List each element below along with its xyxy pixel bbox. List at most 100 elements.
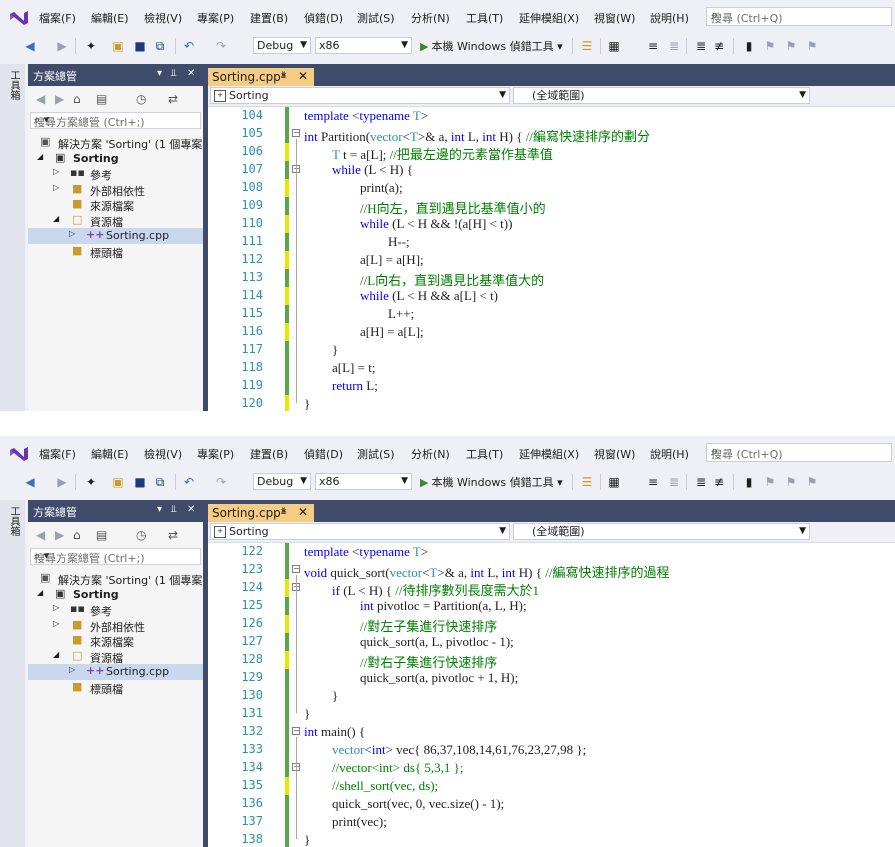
code-line[interactable]: 111 H--; — [208, 233, 895, 251]
menu-file[interactable]: 檔案(F) — [39, 446, 76, 462]
code-line[interactable]: 133 vector<int> vec{ 86,37,108,14,61,76,2… — [208, 741, 895, 759]
menu-edit[interactable]: 編輯(E) — [91, 10, 129, 26]
code-line[interactable]: 113 //L向右，直到遇見比基準值大的 — [208, 269, 895, 288]
menu-window[interactable]: 視窗(W) — [594, 446, 635, 462]
forward-icon[interactable]: ▶ — [54, 474, 70, 490]
tree-item-resource-files[interactable]: ◢ □ 資源檔 — [28, 649, 203, 665]
home-icon[interactable]: ⌂ — [73, 92, 81, 106]
code-line[interactable]: 114 while (L < H && a[L] < t) — [208, 287, 895, 305]
scope-dropdown[interactable]: (全域範圍) ▼ — [513, 523, 810, 540]
prev-bookmark-icon[interactable]: ⚑ — [762, 474, 778, 490]
code-line[interactable]: 116 a[H] = a[L]; — [208, 323, 895, 341]
back-icon[interactable]: ◀ — [36, 92, 45, 106]
format-icon[interactable]: ≣ — [666, 38, 682, 54]
tree-item-header-files[interactable]: ■ 標頭檔 — [28, 244, 203, 260]
save-icon[interactable]: ■ — [132, 38, 148, 54]
code-line[interactable]: 127 quick_sort(a, L, pivotloc - 1); — [208, 633, 895, 651]
close-tab-icon[interactable]: ✕ — [298, 505, 308, 519]
pending-changes-icon[interactable]: ◷ — [136, 528, 146, 542]
tree-item-project[interactable]: ◢ ▣ Sorting — [28, 587, 203, 603]
save-all-icon[interactable]: ⧉ — [152, 38, 168, 54]
tree-item-source-files[interactable]: ■ 來源檔案 — [28, 197, 203, 213]
menu-extensions[interactable]: 延伸模組(X) — [519, 446, 579, 462]
panel-menu-icon[interactable]: ▾ — [157, 504, 162, 515]
menu-test[interactable]: 測試(S) — [357, 446, 395, 462]
tab-sorting-cpp[interactable]: Sorting.cpp* ⫫ ✕ — [208, 504, 314, 522]
expanded-icon[interactable]: ◢ — [37, 152, 43, 161]
undo-icon[interactable]: ↶ — [181, 38, 197, 54]
menu-tools[interactable]: 工具(T) — [466, 446, 503, 462]
code-line[interactable]: 105− int Partition(vector<T>& a, int L, i… — [208, 125, 895, 144]
toolbox-strip[interactable]: 工具箱 — [0, 64, 25, 411]
bookmark-icon[interactable]: ▮ — [741, 38, 757, 54]
collapse-icon[interactable]: − — [292, 129, 300, 137]
code-line[interactable]: 108 print(a); — [208, 179, 895, 197]
menu-debug[interactable]: 偵錯(D) — [304, 10, 343, 26]
code-line[interactable]: 119 return L; — [208, 377, 895, 395]
menu-project[interactable]: 專案(P) — [197, 10, 234, 26]
code-line[interactable]: 112 a[L] = a[H]; — [208, 251, 895, 269]
code-line[interactable]: 129 quick_sort(a, pivotloc + 1, H); — [208, 669, 895, 687]
collapsed-icon[interactable]: ▷ — [69, 229, 75, 238]
menu-project[interactable]: 專案(P) — [197, 446, 234, 462]
step-icon[interactable]: ≡ — [645, 38, 661, 54]
visual-studio-logo-icon[interactable] — [8, 8, 30, 26]
pin-icon[interactable]: ⫫ — [171, 68, 177, 79]
redo-icon[interactable]: ↷ — [213, 38, 229, 54]
clear-bookmark-icon[interactable]: ⚑ — [804, 38, 820, 54]
visual-studio-logo-icon[interactable] — [8, 444, 30, 462]
tree-item-project[interactable]: ◢ ▣ Sorting — [28, 151, 203, 167]
collapse-icon[interactable]: − — [292, 565, 300, 573]
step-icon[interactable]: ≡ — [645, 474, 661, 490]
project-dropdown[interactable]: + Sorting ▼ — [210, 87, 510, 104]
tree-item-resource-files[interactable]: ◢ □ 資源檔 — [28, 213, 203, 229]
switch-views-icon[interactable]: ▤ — [96, 92, 107, 106]
expanded-icon[interactable]: ◢ — [53, 214, 59, 223]
sync-icon[interactable]: ⇄ — [168, 92, 178, 106]
menu-analyze[interactable]: 分析(N) — [411, 446, 450, 462]
code-line[interactable]: 110 while (L < H && !(a[H] < t)) — [208, 215, 895, 233]
menu-help[interactable]: 說明(H) — [650, 10, 689, 26]
code-line[interactable]: 120} — [208, 395, 895, 411]
menu-build[interactable]: 建置(B) — [250, 446, 288, 462]
forward-icon[interactable]: ▶ — [54, 38, 70, 54]
clear-bookmark-icon[interactable]: ⚑ — [804, 474, 820, 490]
code-line[interactable]: 109 //H向左，直到遇見比基準值小的 — [208, 197, 895, 216]
open-folder-icon[interactable]: ▣ — [110, 474, 126, 490]
comment-icon[interactable]: ≣ — [693, 474, 709, 490]
code-line[interactable]: 130} — [208, 687, 895, 705]
format-icon[interactable]: ≣ — [666, 474, 682, 490]
save-all-icon[interactable]: ⧉ — [152, 474, 168, 490]
uncomment-icon[interactable]: ≢ — [711, 38, 727, 54]
tree-item-sorting-cpp[interactable]: ▷ ++ Sorting.cpp — [28, 664, 203, 680]
code-line[interactable]: 132 − int main() { — [208, 723, 895, 741]
code-editor[interactable]: + Sorting ▼ (全域範圍) ▼ 104 template <typena… — [208, 86, 895, 411]
toolbox-strip[interactable]: 工具箱 — [0, 500, 25, 847]
tree-item-references[interactable]: ▷ ▪▪ 參考 — [28, 602, 203, 618]
home-icon[interactable]: ⌂ — [73, 528, 81, 542]
quick-launch-search[interactable]: 搜尋 (Ctrl+Q) ⌕ — [706, 7, 892, 26]
code-line[interactable]: 117} — [208, 341, 895, 359]
code-line[interactable]: 115 L++; — [208, 305, 895, 323]
menu-edit[interactable]: 編輯(E) — [91, 446, 129, 462]
configuration-dropdown[interactable]: Debug ▼ — [253, 37, 311, 54]
menu-test[interactable]: 測試(S) — [357, 10, 395, 26]
redo-icon[interactable]: ↷ — [213, 474, 229, 490]
menu-tools[interactable]: 工具(T) — [466, 10, 503, 26]
solution-search-input[interactable]: 搜尋方案總管 (Ctrl+;) ⌕ ▾ — [30, 112, 201, 129]
collapsed-icon[interactable]: ▷ — [53, 603, 59, 612]
pin-tab-icon[interactable]: ⫫ — [281, 506, 287, 517]
collapse-icon[interactable]: − — [292, 727, 300, 735]
next-bookmark-icon[interactable]: ⚑ — [783, 474, 799, 490]
tree-item-source-files[interactable]: ■ 來源檔案 — [28, 633, 203, 649]
sync-icon[interactable]: ⇄ — [168, 528, 178, 542]
prev-bookmark-icon[interactable]: ⚑ — [762, 38, 778, 54]
platform-dropdown[interactable]: x86 ▼ — [315, 37, 412, 54]
close-icon[interactable]: ✕ — [187, 504, 195, 515]
code-line[interactable]: 138} — [208, 831, 895, 847]
code-line[interactable]: 106 T t = a[L]; //把最左邊的元素當作基準值 — [208, 143, 895, 162]
new-project-icon[interactable]: ✦ — [83, 38, 99, 54]
code-line[interactable]: 104 template <typename T> — [208, 107, 895, 125]
undo-icon[interactable]: ↶ — [181, 474, 197, 490]
close-icon[interactable]: ✕ — [187, 68, 195, 79]
